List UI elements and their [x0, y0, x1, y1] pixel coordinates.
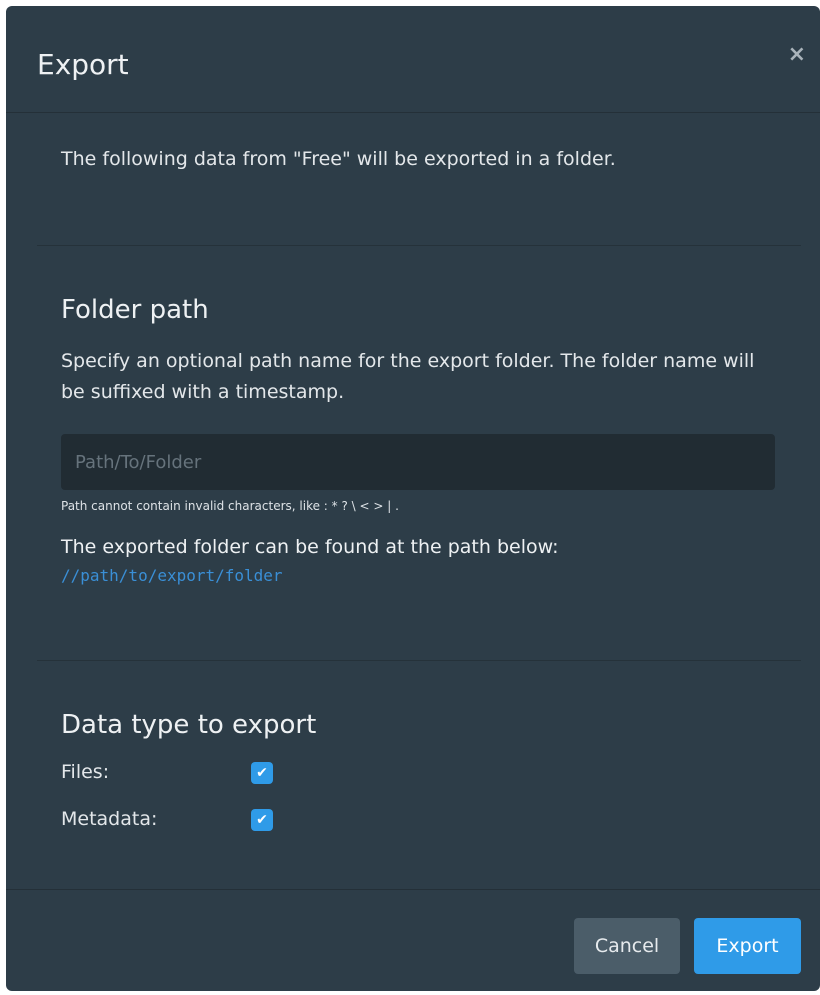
files-checkbox[interactable]: ✔	[251, 762, 273, 784]
dialog-title: Export	[37, 48, 129, 81]
export-button[interactable]: Export	[694, 918, 801, 974]
close-icon[interactable]: ×	[788, 42, 806, 67]
section-divider	[37, 660, 801, 661]
export-dialog: Export × The following data from "Free" …	[6, 6, 820, 991]
dialog-header: Export ×	[6, 6, 820, 113]
metadata-option-label: Metadata:	[61, 808, 158, 830]
export-location-label: The exported folder can be found at the …	[61, 536, 559, 558]
data-type-heading: Data type to export	[61, 710, 317, 740]
footer-divider	[6, 889, 820, 890]
folder-path-heading: Folder path	[61, 295, 209, 325]
files-option-label: Files:	[61, 761, 110, 783]
folder-path-description: Specify an optional path name for the ex…	[61, 350, 755, 403]
folder-path-input[interactable]	[61, 434, 775, 490]
metadata-checkbox[interactable]: ✔	[251, 809, 273, 831]
export-location-path: //path/to/export/folder	[61, 566, 283, 585]
intro-text: The following data from "Free" will be e…	[61, 148, 616, 170]
invalid-characters-hint: Path cannot contain invalid characters, …	[61, 499, 399, 513]
section-divider	[37, 245, 801, 246]
cancel-button[interactable]: Cancel	[574, 918, 680, 974]
